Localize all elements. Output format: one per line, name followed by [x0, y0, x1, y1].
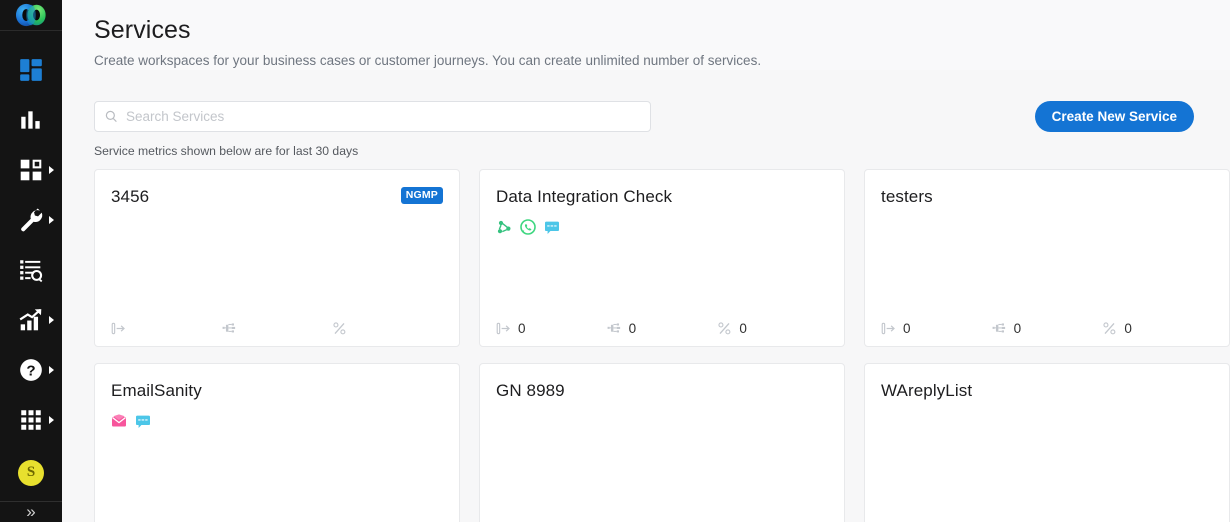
main-content: Services Create workspaces for your busi… — [62, 0, 1230, 522]
service-card[interactable]: GN 8989 — [479, 363, 845, 522]
sidebar-item-tools[interactable] — [0, 195, 62, 245]
service-card[interactable]: Data Integration Check 0 0 0 — [479, 169, 845, 347]
flow-branch-icon — [992, 322, 1005, 332]
sidebar-item-help[interactable]: ? — [0, 345, 62, 395]
metric-entry-arrow — [111, 321, 222, 336]
service-card-title: 3456 — [111, 187, 150, 206]
apps-squares-icon — [20, 159, 42, 180]
chevron-right-icon — [49, 415, 54, 424]
wrench-icon — [21, 208, 43, 231]
entry-arrow-icon — [496, 322, 510, 334]
service-card-title: testers — [881, 187, 933, 206]
search-input[interactable] — [126, 108, 640, 124]
chevron-right-icon — [49, 365, 54, 374]
svg-text:?: ? — [26, 362, 35, 379]
service-card-title: GN 8989 — [496, 381, 565, 400]
metric-value: 0 — [903, 320, 911, 336]
list-search-icon — [20, 259, 43, 282]
service-card-title: EmailSanity — [111, 381, 202, 400]
sidebar-item-reports[interactable] — [0, 295, 62, 345]
trend-up-chart-icon — [19, 308, 42, 330]
service-metrics: 0 0 0 — [496, 321, 828, 346]
metric-flow-branch — [222, 321, 333, 336]
metric-percent: 0 — [717, 321, 828, 336]
metric-value: 0 — [739, 320, 747, 336]
service-card-header: 3456 NGMP — [111, 186, 443, 208]
sidebar-item-logs[interactable] — [0, 245, 62, 295]
webex-logo-icon — [15, 3, 46, 26]
service-card-header: EmailSanity — [111, 380, 443, 402]
metrics-note: Service metrics shown below are for last… — [94, 144, 359, 158]
chevron-right-icon — [49, 215, 54, 224]
metric-entry-arrow: 0 — [496, 321, 607, 336]
entry-arrow-icon — [881, 322, 895, 334]
sidebar-item-apps[interactable] — [0, 145, 62, 195]
page-subtitle: Create workspaces for your business case… — [94, 53, 762, 68]
toolbar: Create New Service — [62, 98, 1230, 134]
bar-chart-icon — [21, 111, 40, 129]
metric-value: 0 — [1124, 320, 1132, 336]
whatsapp-icon — [520, 219, 536, 235]
percent-icon — [1103, 321, 1116, 334]
entry-arrow-icon — [111, 322, 125, 334]
question-circle-icon: ? — [20, 358, 42, 381]
metric-entry-arrow: 0 — [881, 321, 992, 336]
service-card-header: testers — [881, 186, 1213, 208]
metric-flow-branch: 0 — [607, 321, 718, 336]
metric-percent — [332, 321, 443, 336]
sms-icon — [136, 415, 150, 428]
header-spacer — [62, 70, 1230, 98]
service-card[interactable]: WAreplyList — [864, 363, 1230, 522]
create-new-service-button[interactable]: Create New Service — [1034, 100, 1194, 132]
metric-value: 0 — [1013, 320, 1022, 336]
service-card[interactable]: testers 0 0 0 — [864, 169, 1230, 347]
sidebar: ? S » — [0, 0, 62, 522]
app-logo[interactable] — [0, 0, 62, 31]
service-metrics: 0 0 0 — [881, 321, 1213, 346]
service-card[interactable]: 3456 NGMP — [94, 169, 460, 347]
service-card-title: Data Integration Check — [496, 187, 673, 206]
page-title: Services — [94, 16, 191, 44]
service-card-header: Data Integration Check — [496, 186, 828, 208]
percent-icon — [333, 321, 346, 334]
service-card-title: WAreplyList — [881, 381, 973, 400]
flow-branch-icon — [222, 322, 235, 332]
avatar[interactable]: S — [18, 459, 44, 486]
email-icon — [112, 414, 126, 427]
channel-icons — [496, 219, 828, 235]
service-badge: NGMP — [400, 187, 443, 204]
sms-icon — [545, 221, 559, 234]
sidebar-item-more[interactable] — [0, 395, 62, 445]
metric-percent: 0 — [1102, 321, 1213, 336]
services-grid: 3456 NGMP Data Integration Check 0 0 0 testers… — [62, 158, 1230, 522]
sidebar-item-analytics[interactable] — [0, 95, 62, 145]
chevron-right-icon — [49, 315, 54, 324]
service-metrics — [111, 321, 443, 346]
webhook-icon — [497, 220, 511, 234]
chevron-right-icon — [49, 165, 54, 174]
avatar-row: S — [0, 445, 62, 501]
page-header: Services Create workspaces for your busi… — [62, 0, 1230, 70]
search-icon — [105, 110, 117, 122]
app-root: ? S » Services Create workspaces for you… — [0, 0, 1230, 522]
double-chevron-right-icon: » — [26, 501, 36, 521]
metric-value: 0 — [518, 320, 526, 336]
service-card[interactable]: EmailSanity — [94, 363, 460, 522]
service-card-header: GN 8989 — [496, 380, 828, 402]
sidebar-expand-button[interactable]: » — [0, 500, 62, 522]
dashboard-grid-icon — [20, 58, 42, 81]
flow-branch-icon — [607, 322, 620, 332]
sidebar-nav: ? S — [0, 31, 62, 501]
percent-icon — [718, 321, 731, 334]
metric-value: 0 — [628, 320, 637, 336]
search-box[interactable] — [94, 100, 651, 132]
grid-dots-icon — [21, 409, 41, 430]
channel-icons — [111, 413, 443, 429]
service-card-header: WAreplyList — [881, 380, 1213, 402]
sidebar-item-dashboard[interactable] — [0, 45, 62, 95]
metric-flow-branch: 0 — [992, 321, 1103, 336]
